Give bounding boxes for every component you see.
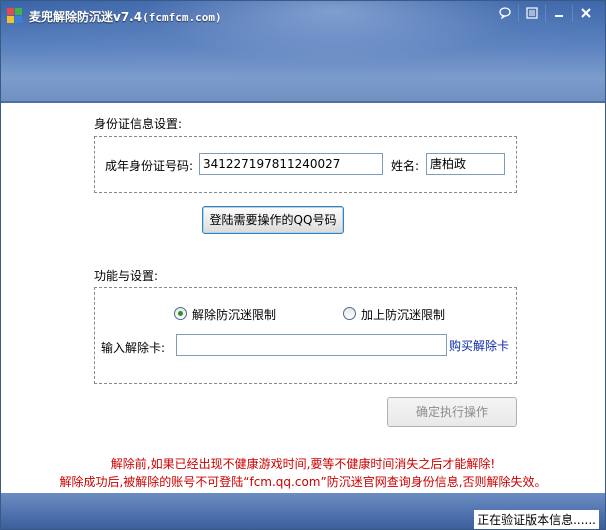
main-panel: 身份证信息设置: 成年身份证号码: 341227197811240027 姓名:… xyxy=(1,103,605,493)
menu-icon xyxy=(526,7,538,19)
name-label: 姓名: xyxy=(391,159,420,173)
radio-remove-limit[interactable] xyxy=(174,307,187,320)
confirm-button[interactable]: 确定执行操作 xyxy=(387,397,517,427)
minimize-icon xyxy=(555,15,563,17)
id-number-label: 成年身份证号码: xyxy=(105,159,194,173)
window-title-url: (fcmfcm.com) xyxy=(142,10,222,24)
radio-selected-dot xyxy=(178,311,183,316)
menu-button[interactable] xyxy=(518,4,545,22)
name-input[interactable]: 唐柏政 xyxy=(426,153,505,175)
chat-bubble-icon xyxy=(499,7,511,19)
window-title-main: 麦兜解除防沉迷v7.4 xyxy=(29,9,143,24)
title-area: 麦兜解除防沉迷v7.4(fcmfcm.com) xyxy=(7,7,222,25)
card-input[interactable] xyxy=(176,334,447,356)
func-section-heading: 功能与设置: xyxy=(94,269,159,283)
login-qq-button[interactable]: 登陆需要操作的QQ号码 xyxy=(202,206,344,234)
radio-add-label[interactable]: 加上防沉迷限制 xyxy=(361,306,445,323)
app-window: 麦兜解除防沉迷v7.4(fcmfcm.com) 身份证信息设置: 成年身份证号码… xyxy=(0,0,606,530)
status-text: 正在验证版本信息...... xyxy=(474,510,599,529)
minimize-button[interactable] xyxy=(545,4,572,22)
func-section-group: 解除防沉迷限制 加上防沉迷限制 输入解除卡: 购买解除卡 xyxy=(94,287,517,384)
buy-card-link[interactable]: 购买解除卡 xyxy=(449,337,509,354)
radio-add-limit[interactable] xyxy=(343,307,356,320)
id-section-group: 成年身份证号码: 341227197811240027 姓名: 唐柏政 xyxy=(94,136,517,193)
title-bar[interactable]: 麦兜解除防沉迷v7.4(fcmfcm.com) xyxy=(1,1,605,103)
chat-button[interactable] xyxy=(492,4,518,22)
radio-remove-label[interactable]: 解除防沉迷限制 xyxy=(192,306,276,323)
warning-line-2: 解除成功后,被解除的账号不可登陆“fcm.qq.com”防沉迷官网查询身份信息,… xyxy=(59,475,547,489)
window-title: 麦兜解除防沉迷v7.4(fcmfcm.com) xyxy=(29,8,222,25)
close-button[interactable] xyxy=(572,4,599,22)
id-section-heading: 身份证信息设置: xyxy=(94,117,183,131)
warning-line-1: 解除前,如果已经出现不健康游戏时间,要等不健康时间消失之后才能解除! xyxy=(110,457,496,471)
app-logo-icon xyxy=(7,8,23,24)
footer-band: 正在验证版本信息...... xyxy=(1,493,605,529)
close-icon xyxy=(581,8,591,18)
id-number-input[interactable]: 341227197811240027 xyxy=(199,153,383,175)
card-label: 输入解除卡: xyxy=(101,341,166,355)
title-bar-buttons xyxy=(492,4,599,22)
